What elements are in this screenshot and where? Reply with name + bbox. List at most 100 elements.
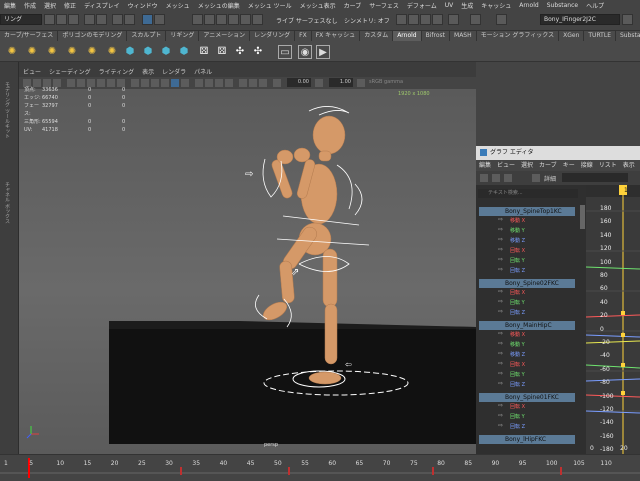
shelf-tab[interactable]: XGen xyxy=(559,31,585,41)
menu-item[interactable]: UV xyxy=(441,2,458,9)
snap-point-icon[interactable] xyxy=(216,14,227,25)
menu-item[interactable]: 作成 xyxy=(20,1,40,10)
shelf-tab[interactable]: スカルプト xyxy=(127,31,167,41)
shelf-tab[interactable]: アニメーション xyxy=(199,31,251,41)
shelf-tab[interactable]: Arnold xyxy=(393,31,422,41)
menu-item[interactable]: メッシュ表示 xyxy=(296,1,340,10)
render-current-icon[interactable] xyxy=(408,14,419,25)
menu-item[interactable]: カーブ xyxy=(340,1,366,10)
shelf-tab[interactable]: リギング xyxy=(166,31,200,41)
arnold-settings-icon[interactable]: ✣ xyxy=(234,45,246,57)
depth-of-field-icon[interactable] xyxy=(225,79,233,87)
gamma-field[interactable]: 1.00 xyxy=(329,78,353,87)
outliner-scrollbar[interactable] xyxy=(580,205,585,229)
key-stats-icon[interactable] xyxy=(532,174,540,182)
shelf-tab[interactable]: レンダリング xyxy=(250,31,296,41)
wireframe-on-shaded-icon[interactable] xyxy=(151,79,159,87)
graph-menu-item[interactable]: 編集 xyxy=(476,160,494,171)
snap-surface-icon[interactable] xyxy=(240,14,251,25)
channel-item[interactable]: 回転 X xyxy=(510,361,525,369)
sidebar-toggle-icon[interactable] xyxy=(622,14,633,25)
channel-item[interactable]: 回転 X xyxy=(510,403,525,411)
graph-menu-item[interactable]: ビュー xyxy=(494,160,518,171)
shelf-tab[interactable]: カーブ/サーフェス xyxy=(0,31,59,41)
color-space-dropdown[interactable]: sRGB gamma xyxy=(369,79,403,85)
xray-joints-icon[interactable] xyxy=(259,79,267,87)
open-icon[interactable] xyxy=(68,14,79,25)
isolate-select-icon[interactable] xyxy=(239,79,247,87)
channel-item[interactable]: 移動 X xyxy=(510,217,525,225)
dice-icon[interactable]: ⚄ xyxy=(198,45,210,57)
snap-curve-icon[interactable] xyxy=(204,14,215,25)
menu-item[interactable]: Substance xyxy=(543,2,582,9)
channel-item[interactable]: 回転 Z xyxy=(510,267,525,275)
3d-scene[interactable]: ⇨ ⇗ ⇦ xyxy=(19,89,476,454)
viewport-menu-item[interactable]: シェーディング xyxy=(45,68,95,77)
shadows-icon[interactable] xyxy=(181,79,189,87)
volume-icon[interactable]: ⬢ xyxy=(124,45,136,57)
menu-item[interactable]: キャッシュ xyxy=(477,1,515,10)
render-settings-icon[interactable] xyxy=(432,14,443,25)
arnold-render-icon[interactable] xyxy=(470,14,481,25)
shelf-tab[interactable]: FX xyxy=(295,31,312,41)
gamma-icon[interactable] xyxy=(315,79,323,87)
motion-blur-icon[interactable] xyxy=(205,79,213,87)
outliner-show-icon[interactable] xyxy=(504,174,512,182)
channel-item[interactable]: 移動 Z xyxy=(510,351,525,359)
live-surface-label[interactable]: ライブ サーフェスなし xyxy=(276,16,338,25)
arnold-light-icon[interactable]: ✺ xyxy=(6,45,18,57)
graph-menu-item[interactable]: キー xyxy=(560,160,578,171)
outliner-node[interactable]: Bony_lHipFKC xyxy=(479,435,575,444)
menu-item[interactable]: 選択 xyxy=(40,1,60,10)
channel-box-side-tab[interactable]: チャネル ボックス xyxy=(4,182,11,224)
redo-icon[interactable] xyxy=(96,14,107,25)
select-by-hierarchy-icon[interactable] xyxy=(142,14,153,25)
textured-icon[interactable] xyxy=(161,79,169,87)
symmetry-label[interactable]: シンメトリ: オフ xyxy=(344,16,390,25)
ambient-occlusion-icon[interactable] xyxy=(195,79,203,87)
menu-item[interactable]: メッシュの編集 xyxy=(194,1,244,10)
multisample-aa-icon[interactable] xyxy=(215,79,223,87)
xray-icon[interactable] xyxy=(249,79,257,87)
menu-item[interactable]: メッシュ xyxy=(162,1,194,10)
shelf-tab[interactable]: MASH xyxy=(450,31,477,41)
outliner-node[interactable]: Bony_Spine02FKC xyxy=(479,279,575,288)
standin-icon[interactable]: ⬢ xyxy=(142,45,154,57)
channel-item[interactable]: 移動 Y xyxy=(510,227,525,235)
shelf-tab[interactable]: Bifrost xyxy=(421,31,451,41)
render-view-icon[interactable]: ▭ xyxy=(278,45,292,59)
viewport-menu-item[interactable]: ライティング xyxy=(95,68,139,77)
snap-grid-icon[interactable] xyxy=(192,14,203,25)
viewport-menu-item[interactable]: レンダラ xyxy=(158,68,190,77)
menu-item[interactable]: メッシュ ツール xyxy=(244,1,296,10)
input-op-icon[interactable] xyxy=(496,14,507,25)
shelf-tab[interactable]: ポリゴンのモデリング xyxy=(58,31,128,41)
menu-item[interactable]: ヘルプ xyxy=(582,1,608,10)
ipr-render-icon[interactable] xyxy=(420,14,431,25)
graph-editor-titlebar[interactable]: グラフ エディタ xyxy=(476,146,640,160)
menu-item[interactable]: 修正 xyxy=(60,1,80,10)
channel-item[interactable]: 移動 X xyxy=(510,331,525,339)
shelf-tab[interactable]: TURTLE xyxy=(584,31,616,41)
ipr-view-icon[interactable]: ◉ xyxy=(298,45,312,59)
time-slider[interactable]: 1 5 10 15 20 25 30 35 40 45 50 55 60 65 70 75 80 85 90 95 10… xyxy=(0,454,640,481)
smooth-shade-icon[interactable] xyxy=(141,79,149,87)
menu-item[interactable]: サーフェス xyxy=(365,1,403,10)
snap-view-icon[interactable] xyxy=(228,14,239,25)
channel-item[interactable]: 移動 Y xyxy=(510,341,525,349)
outliner-search-field[interactable]: テキスト検索... xyxy=(478,189,578,198)
menu-item[interactable]: 編集 xyxy=(0,1,20,10)
exposure-field[interactable]: 0.00 xyxy=(287,78,311,87)
color-management-icon[interactable] xyxy=(357,79,365,87)
render-icon[interactable] xyxy=(396,14,407,25)
menu-item[interactable]: ディスプレイ xyxy=(80,1,124,10)
modeling-toolkit-side-tab[interactable]: モデリング ツールキット xyxy=(4,82,11,139)
shelf-tab[interactable]: カスタム xyxy=(360,31,394,41)
area-light-icon[interactable]: ✺ xyxy=(26,45,38,57)
exposure-icon[interactable] xyxy=(273,79,281,87)
outliner-sort-icon[interactable] xyxy=(492,174,500,182)
use-all-lights-icon[interactable] xyxy=(171,79,179,87)
viewport-menu-item[interactable]: ビュー xyxy=(19,68,45,77)
viewport-menu-item[interactable]: 表示 xyxy=(138,68,158,77)
shelf-tab[interactable]: Substance xyxy=(615,31,640,41)
